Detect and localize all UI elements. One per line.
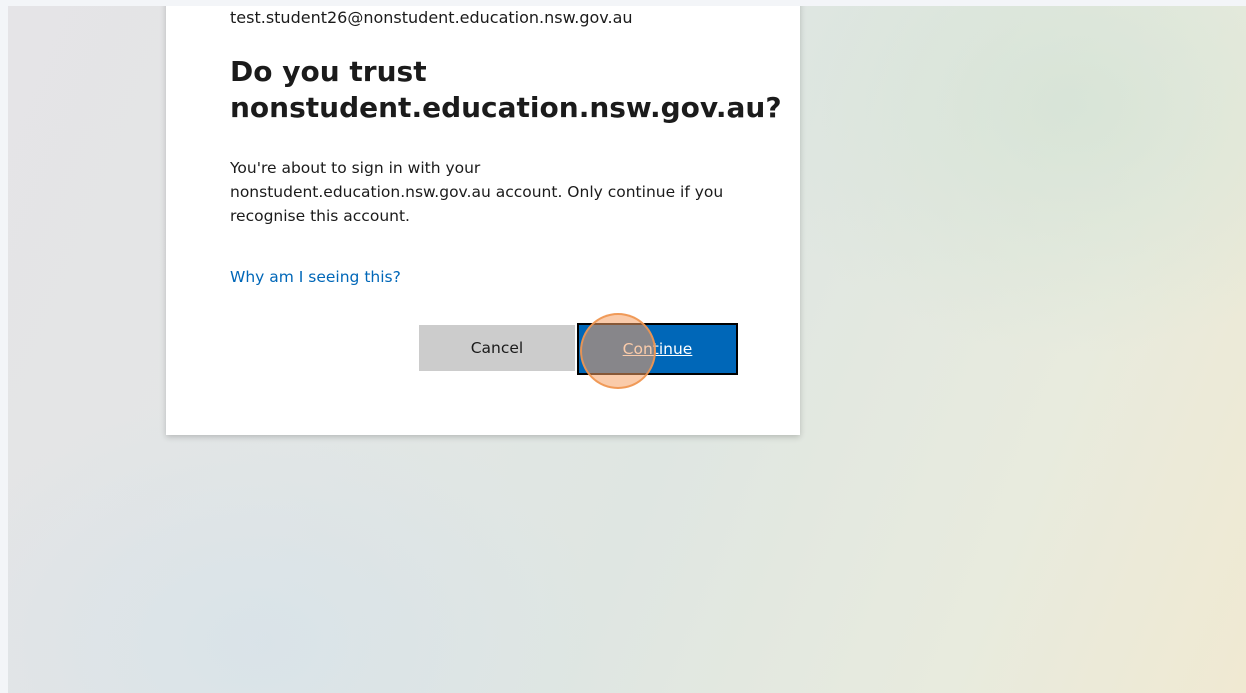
dialog-title: Do you trust nonstudent.education.nsw.go… (230, 55, 782, 124)
cancel-button[interactable]: Cancel (419, 325, 575, 371)
why-seeing-this-link[interactable]: Why am I seeing this? (230, 268, 401, 286)
dialog-description: You're about to sign in with your nonstu… (230, 159, 724, 225)
screenshot-frame: test.student26@nonstudent.education.nsw.… (0, 0, 1246, 693)
trust-dialog: test.student26@nonstudent.education.nsw.… (166, 6, 800, 435)
continue-button[interactable]: Continue (577, 323, 738, 375)
account-identity: test.student26@nonstudent.education.nsw.… (230, 8, 633, 27)
page-background: test.student26@nonstudent.education.nsw.… (8, 6, 1246, 693)
